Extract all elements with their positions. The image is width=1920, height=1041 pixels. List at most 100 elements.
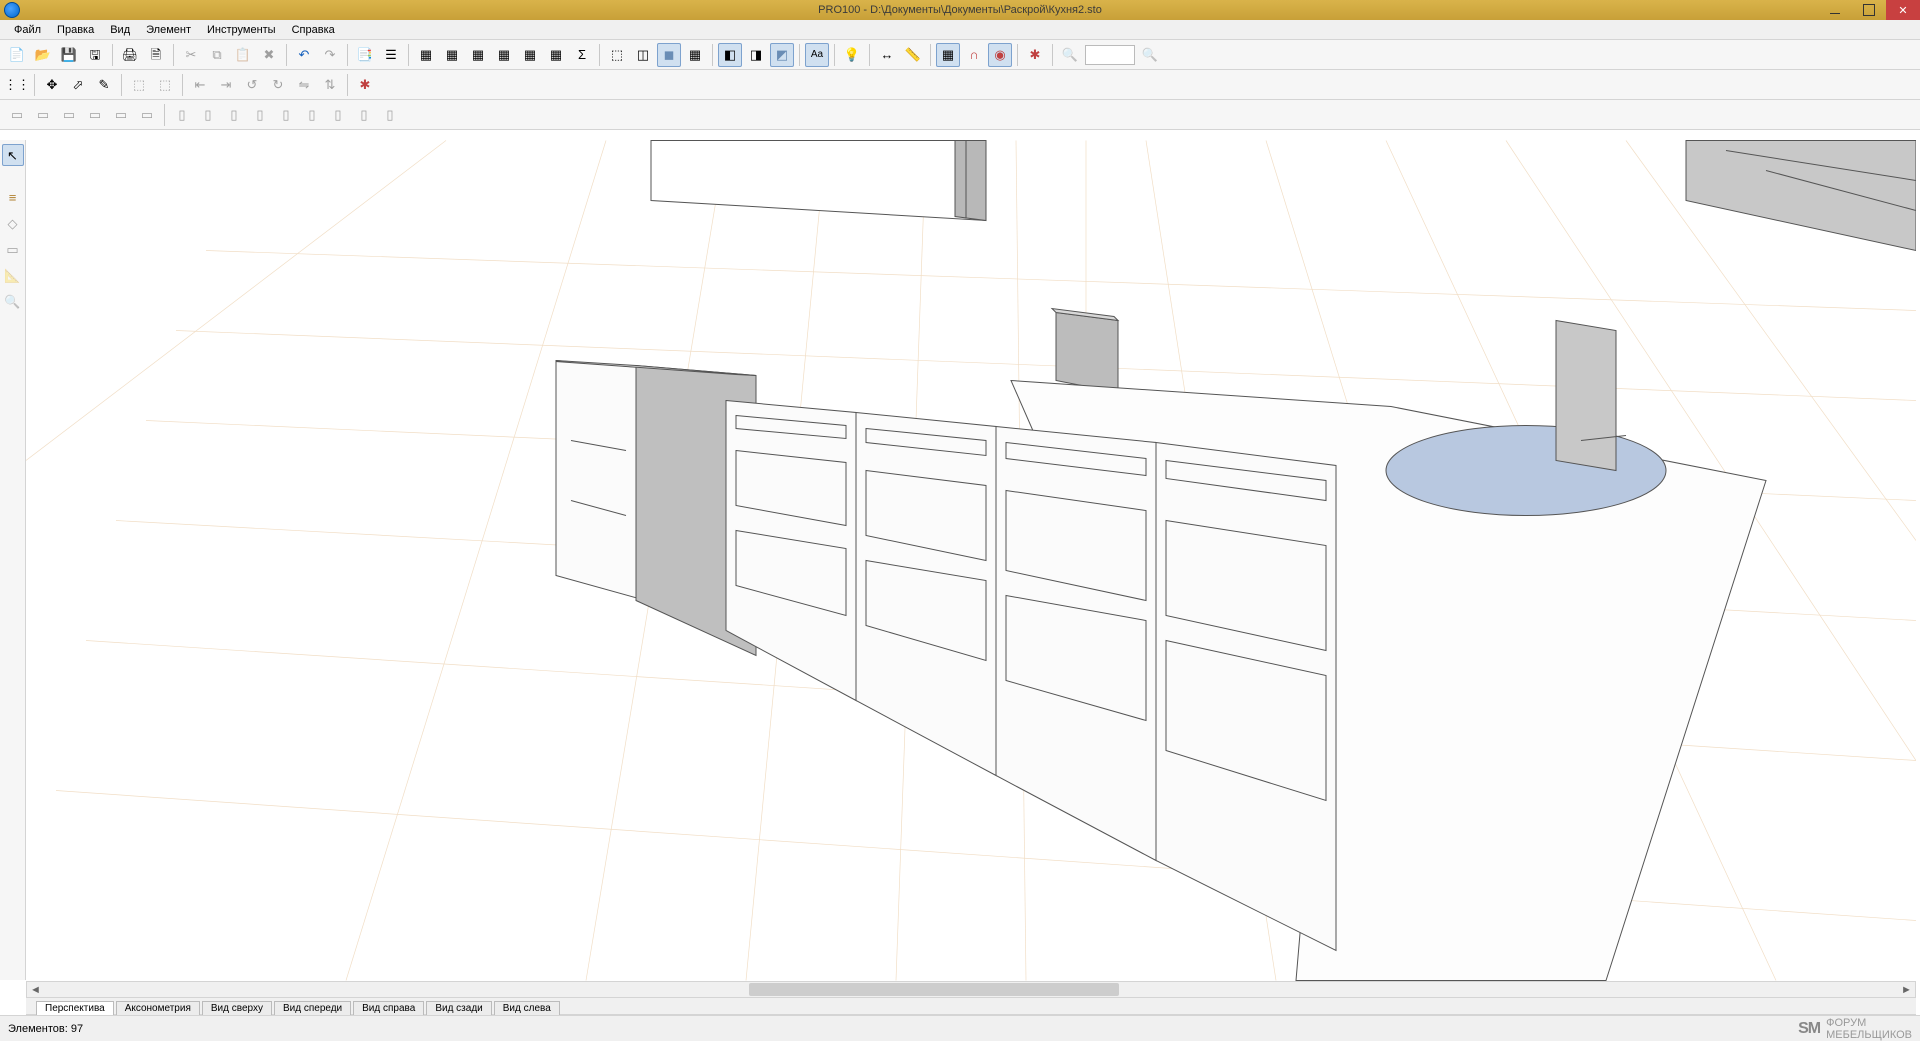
3d-texture-icon[interactable]: ▦ (683, 43, 707, 67)
center-icon[interactable]: ✱ (1023, 43, 1047, 67)
view-opt2-icon[interactable]: ◨ (744, 43, 768, 67)
tab-left[interactable]: Вид слева (494, 1001, 560, 1015)
scroll-thumb[interactable] (749, 983, 1120, 996)
undo-icon[interactable]: ↶ (292, 43, 316, 67)
magnet-icon[interactable]: ∩ (962, 43, 986, 67)
ungroup-icon[interactable]: ⬚ (153, 73, 177, 97)
align4-icon[interactable]: ▭ (83, 103, 107, 127)
dimension-icon[interactable]: ↔ (875, 43, 899, 67)
viewport-3d[interactable] (26, 140, 1916, 981)
menu-file[interactable]: Файл (6, 22, 49, 38)
line-tool-icon[interactable]: ≡ (2, 186, 24, 208)
zoom-input[interactable] (1085, 45, 1135, 65)
dist4-icon[interactable]: ▯ (248, 103, 272, 127)
shape-tool-icon[interactable]: ◇ (2, 212, 24, 234)
dist2-icon[interactable]: ▯ (196, 103, 220, 127)
report2-icon[interactable]: ▦ (440, 43, 464, 67)
report3-icon[interactable]: ▦ (466, 43, 490, 67)
snap-grid-icon[interactable]: ⋮⋮ (5, 73, 29, 97)
maximize-button[interactable] (1852, 0, 1886, 20)
grid-icon[interactable]: ▦ (936, 43, 960, 67)
align6-icon[interactable]: ▭ (135, 103, 159, 127)
menu-element[interactable]: Элемент (138, 22, 199, 38)
menu-tools[interactable]: Инструменты (199, 22, 284, 38)
separator (347, 74, 348, 96)
print-icon[interactable]: 🖨 (118, 43, 142, 67)
panel-tool-icon[interactable]: ▭ (2, 238, 24, 260)
redo-icon[interactable]: ↷ (318, 43, 342, 67)
scroll-left-icon[interactable]: ◄ (27, 982, 44, 997)
report5-icon[interactable]: ▦ (518, 43, 542, 67)
report4-icon[interactable]: ▦ (492, 43, 516, 67)
report1-icon[interactable]: ▦ (414, 43, 438, 67)
new-file-icon[interactable]: 📄 (5, 43, 29, 67)
3d-hidden-icon[interactable]: ◫ (631, 43, 655, 67)
save-as-icon[interactable]: 🖫 (83, 43, 107, 67)
menu-help[interactable]: Справка (284, 22, 343, 38)
snap-icon[interactable]: ◉ (988, 43, 1012, 67)
zoom-tool-icon[interactable]: 🔍 (2, 290, 24, 312)
report6-icon[interactable]: ▦ (544, 43, 568, 67)
properties-icon[interactable]: 📑 (353, 43, 377, 67)
menu-view[interactable]: Вид (102, 22, 138, 38)
rotate-cw-icon[interactable]: ↻ (266, 73, 290, 97)
paste-icon[interactable]: 📋 (231, 43, 255, 67)
flip-h-icon[interactable]: ⇋ (292, 73, 316, 97)
list-icon[interactable]: ☰ (379, 43, 403, 67)
close-button[interactable] (1886, 0, 1920, 20)
separator (164, 104, 165, 126)
tab-perspective[interactable]: Перспектива (36, 1001, 114, 1015)
align5-icon[interactable]: ▭ (109, 103, 133, 127)
3d-solid-icon[interactable]: ◼ (657, 43, 681, 67)
menu-edit[interactable]: Правка (49, 22, 102, 38)
3d-wire-icon[interactable]: ⬚ (605, 43, 629, 67)
delete-icon[interactable]: ✖ (257, 43, 281, 67)
tab-back[interactable]: Вид сзади (426, 1001, 491, 1015)
ruler-icon[interactable]: 📏 (901, 43, 925, 67)
align-left-icon[interactable]: ⇤ (188, 73, 212, 97)
tab-front[interactable]: Вид спереди (274, 1001, 351, 1015)
minimize-button[interactable] (1818, 0, 1852, 20)
align-right-icon[interactable]: ⇥ (214, 73, 238, 97)
pointer-tool-icon[interactable]: ↖ (2, 144, 24, 166)
separator (112, 44, 113, 66)
align3-icon[interactable]: ▭ (57, 103, 81, 127)
tab-right[interactable]: Вид справа (353, 1001, 424, 1015)
align2-icon[interactable]: ▭ (31, 103, 55, 127)
measure-tool-icon[interactable]: 📐 (2, 264, 24, 286)
dist9-icon[interactable]: ▯ (378, 103, 402, 127)
scroll-track[interactable] (44, 982, 1898, 997)
scroll-right-icon[interactable]: ► (1898, 982, 1915, 997)
zoom-out-icon[interactable]: 🔍 (1058, 43, 1082, 67)
settings-icon[interactable]: ✱ (353, 73, 377, 97)
view-tabs: Перспектива Аксонометрия Вид сверху Вид … (26, 998, 1916, 1015)
zoom-in-icon[interactable]: 🔍 (1138, 43, 1162, 67)
print-preview-icon[interactable]: 🗎 (144, 43, 168, 67)
dist7-icon[interactable]: ▯ (326, 103, 350, 127)
horizontal-scrollbar[interactable]: ◄ ► (26, 981, 1916, 998)
rotate-ccw-icon[interactable]: ↺ (240, 73, 264, 97)
dist1-icon[interactable]: ▯ (170, 103, 194, 127)
dist5-icon[interactable]: ▯ (274, 103, 298, 127)
move-icon[interactable]: ✥ (40, 73, 64, 97)
tab-top[interactable]: Вид сверху (202, 1001, 272, 1015)
cut-icon[interactable]: ✂ (179, 43, 203, 67)
sum-icon[interactable]: Σ (570, 43, 594, 67)
dist8-icon[interactable]: ▯ (352, 103, 376, 127)
view-opt1-icon[interactable]: ◧ (718, 43, 742, 67)
flip-v-icon[interactable]: ⇅ (318, 73, 342, 97)
dist3-icon[interactable]: ▯ (222, 103, 246, 127)
light-icon[interactable]: 💡 (840, 43, 864, 67)
status-elements-count: 97 (71, 1023, 83, 1035)
group-icon[interactable]: ⬚ (127, 73, 151, 97)
view-opt3-icon[interactable]: ◩ (770, 43, 794, 67)
select-icon[interactable]: ⬀ (66, 73, 90, 97)
tab-axonometry[interactable]: Аксонометрия (116, 1001, 200, 1015)
copy-icon[interactable]: ⧉ (205, 43, 229, 67)
dist6-icon[interactable]: ▯ (300, 103, 324, 127)
edit-icon[interactable]: ✎ (92, 73, 116, 97)
save-icon[interactable]: 💾 (57, 43, 81, 67)
align1-icon[interactable]: ▭ (5, 103, 29, 127)
labels-icon[interactable]: Aa (805, 43, 829, 67)
open-file-icon[interactable]: 📂 (31, 43, 55, 67)
